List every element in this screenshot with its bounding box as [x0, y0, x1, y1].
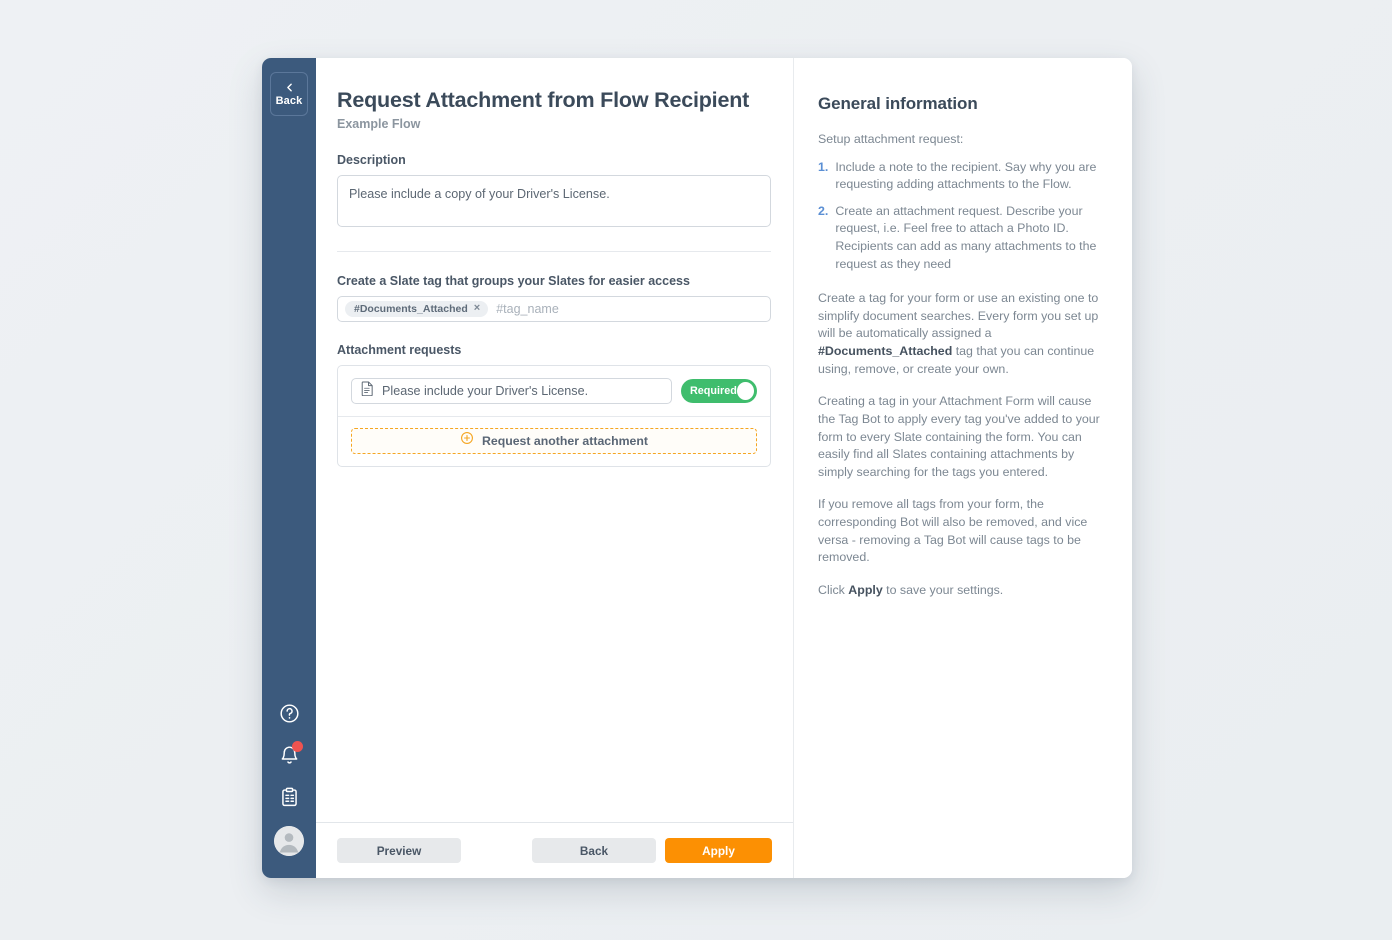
left-rail: Back [262, 58, 316, 878]
setup-intro-text: Setup attachment request: [818, 132, 964, 146]
step-text: Create an attachment request. Describe y… [835, 203, 1097, 271]
attachment-request-text: Please include your Driver's License. [382, 383, 589, 398]
avatar[interactable] [274, 826, 304, 856]
app-card: Back Request Attachment from Flow Recipi… [262, 58, 1132, 878]
rail-back-label: Back [275, 95, 303, 107]
back-button[interactable]: Back [532, 838, 656, 863]
tag-remove-icon[interactable]: × [474, 303, 480, 314]
list-item: 1. Include a note to the recipient. Say … [818, 159, 1102, 194]
form-scroll-area: Request Attachment from Flow Recipient E… [316, 58, 793, 822]
info-paragraph-tagbot: Creating a tag in your Attachment Form w… [818, 394, 1100, 479]
required-toggle[interactable]: Required [681, 378, 757, 403]
step-number: 1. [818, 159, 829, 174]
section-divider [337, 250, 771, 252]
rail-back-button[interactable]: Back [270, 72, 308, 116]
description-input[interactable]: Please include a copy of your Driver's L… [337, 174, 771, 227]
setup-steps-list: 1. Include a note to the recipient. Say … [818, 159, 1102, 274]
plus-circle-icon [460, 431, 474, 450]
step-number: 2. [818, 203, 829, 218]
list-item: 2. Create an attachment request. Describ… [818, 203, 1102, 273]
attachment-request-row: Please include your Driver's License. Re… [338, 366, 770, 417]
chevron-left-icon [283, 81, 296, 94]
notification-badge [292, 741, 303, 752]
page-subtitle: Example Flow [337, 116, 421, 131]
attachment-request-input[interactable]: Please include your Driver's License. [351, 377, 672, 404]
info-p1-tag: #Documents_Attached [818, 344, 953, 359]
required-toggle-knob [736, 381, 754, 400]
request-another-attachment-label: Request another attachment [481, 433, 649, 448]
request-another-attachment-button[interactable]: Request another attachment [351, 427, 757, 454]
info-p4-apply: Apply [848, 582, 883, 597]
rail-bottom-icons [262, 700, 316, 856]
attachment-requests-card: Please include your Driver's License. Re… [337, 364, 771, 467]
general-information-title: General information [818, 94, 978, 113]
info-p4-a: Click [818, 582, 849, 597]
tags-label: Create a Slate tag that groups your Slat… [337, 273, 690, 288]
clipboard-icon[interactable] [276, 784, 302, 810]
apply-button[interactable]: Apply [665, 838, 772, 863]
document-icon [361, 381, 374, 401]
tag-chip-label: #Documents_Attached [354, 302, 468, 315]
general-information-panel: General information Setup attachment req… [793, 58, 1132, 878]
bell-icon[interactable] [276, 741, 303, 768]
screen: Back Request Attachment from Flow Recipi… [0, 0, 1392, 940]
tag-name-placeholder[interactable]: #tag_name [496, 302, 559, 316]
info-paragraph-apply: Click Apply to save your settings. [818, 582, 1102, 600]
description-label: Description [337, 152, 406, 167]
info-paragraph-removal: If you remove all tags from your form, t… [818, 497, 1088, 565]
info-p4-c: to save your settings. [882, 582, 1004, 597]
tag-chip: #Documents_Attached × [345, 300, 489, 317]
form-footer: Preview Back Apply [316, 822, 793, 878]
tag-input[interactable]: #Documents_Attached × #tag_name [337, 295, 771, 322]
info-p1-a: Create a tag for your form or use an exi… [818, 291, 1099, 341]
help-icon[interactable] [276, 700, 302, 726]
preview-button[interactable]: Preview [337, 838, 461, 863]
step-text: Include a note to the recipient. Say why… [835, 159, 1097, 192]
page-title: Request Attachment from Flow Recipient [337, 88, 750, 112]
required-toggle-label: Required [690, 384, 737, 397]
attachment-requests-label: Attachment requests [337, 342, 462, 357]
info-paragraph-tags: Create a tag for your form or use an exi… [818, 290, 1102, 378]
form-column: Request Attachment from Flow Recipient E… [316, 58, 793, 878]
add-attachment-row: Request another attachment [338, 417, 770, 466]
